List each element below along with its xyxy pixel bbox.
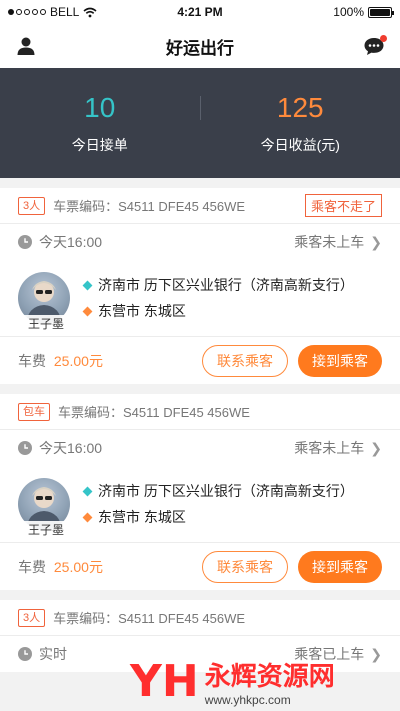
chat-bubble-icon[interactable] — [362, 34, 387, 58]
nav-bar: 好运出行 — [0, 24, 400, 68]
order-footer: 车费 25.00元 联系乘客 接到乘客 — [0, 542, 400, 590]
fare-unit: 元 — [88, 352, 103, 369]
route-destination: 东营市 东城区 — [82, 507, 382, 527]
departure-time: 今天16:00 — [39, 440, 103, 456]
wifi-icon — [83, 7, 97, 17]
route-origin: 济南市 历下区兴业银行（济南高新支行） — [82, 275, 382, 295]
stat-orders-today: 10 今日接单 — [0, 91, 200, 155]
battery-icon — [368, 6, 394, 18]
destination-address: 东营市 东城区 — [98, 509, 186, 525]
status-bar: BELL 4:21 PM 100% — [0, 0, 400, 24]
order-header: 3人 车票编码：S4511 DFE45 456WE — [0, 600, 400, 636]
contact-passenger-button[interactable]: 联系乘客 — [202, 550, 288, 583]
origin-address: 济南市 历下区兴业银行（济南高新支行） — [98, 277, 354, 293]
destination-address: 东营市 东城区 — [98, 303, 186, 319]
charter-tag: 包车 — [18, 402, 50, 421]
fare-unit: 元 — [88, 558, 103, 575]
boarding-status: 乘客未上车 — [294, 234, 365, 250]
order-header: 包车 车票编码：S4511 DFE45 456WE — [0, 394, 400, 430]
order-time-row[interactable]: 今天16:00 乘客未上车 ❯ — [0, 224, 400, 260]
origin-marker-icon — [82, 280, 93, 290]
unread-dot — [380, 35, 387, 42]
route: 济南市 历下区兴业银行（济南高新支行） 东营市 东城区 — [82, 269, 382, 327]
order-time-row[interactable]: 实时 乘客已上车 ❯ — [0, 636, 400, 672]
passenger-name: 王子墨 — [20, 315, 72, 332]
ticket-code: 车票编码：S4511 DFE45 456WE — [53, 611, 246, 626]
signal-strength-icon — [8, 9, 46, 15]
stat-earnings-today: 125 今日收益(元) — [201, 91, 400, 155]
person-icon[interactable] — [14, 34, 38, 58]
fare-amount: 25.00 — [53, 352, 89, 369]
route-destination: 东营市 东城区 — [82, 301, 382, 321]
order-card: 包车 车票编码：S4511 DFE45 456WE 今天16:00 乘客未上车 … — [0, 394, 400, 590]
chevron-right-icon: ❯ — [370, 645, 382, 662]
origin-marker-icon — [82, 486, 93, 496]
departure-time: 实时 — [39, 646, 67, 662]
chevron-right-icon: ❯ — [370, 439, 382, 456]
boarding-status: 乘客未上车 — [294, 440, 365, 456]
passenger-avatar: 王子墨 — [18, 478, 72, 538]
origin-address: 济南市 历下区兴业银行（济南高新支行） — [98, 483, 354, 499]
stat-label: 今日收益(元) — [260, 137, 340, 153]
order-time-row[interactable]: 今天16:00 乘客未上车 ❯ — [0, 430, 400, 466]
destination-marker-icon — [82, 306, 93, 316]
trip-info: 王子墨 济南市 历下区兴业银行（济南高新支行） 东营市 东城区 — [0, 466, 400, 542]
fare: 车费 25.00元 — [18, 351, 192, 371]
passenger-name: 王子墨 — [20, 521, 72, 538]
clock-icon — [18, 441, 32, 455]
picked-up-passenger-button[interactable]: 接到乘客 — [298, 344, 382, 377]
clock-icon — [18, 235, 32, 249]
chevron-right-icon: ❯ — [370, 233, 382, 250]
ticket-code: 车票编码：S4511 DFE45 456WE — [53, 199, 246, 214]
passenger-avatar: 王子墨 — [18, 272, 72, 332]
order-footer: 车费 25.00元 联系乘客 接到乘客 — [0, 336, 400, 384]
page-title: 好运出行 — [166, 38, 234, 58]
order-card: 3人 车票编码：S4511 DFE45 456WE 乘客不走了 今天16:00 … — [0, 188, 400, 384]
fare: 车费 25.00元 — [18, 557, 192, 577]
stat-value: 10 — [84, 92, 116, 123]
ticket-code: 车票编码：S4511 DFE45 456WE — [58, 405, 250, 420]
watermark-url: www.yhkpc.com — [204, 693, 291, 707]
picked-up-passenger-button[interactable]: 接到乘客 — [298, 550, 382, 583]
trip-info: 王子墨 济南市 历下区兴业银行（济南高新支行） 东营市 东城区 — [0, 260, 400, 336]
fare-label: 车费 — [18, 558, 46, 575]
passenger-count-tag: 3人 — [18, 196, 46, 215]
order-header: 3人 车票编码：S4511 DFE45 456WE 乘客不走了 — [0, 188, 400, 224]
contact-passenger-button[interactable]: 联系乘客 — [202, 344, 288, 377]
fare-label: 车费 — [18, 352, 46, 369]
stats-panel: 10 今日接单 125 今日收益(元) — [0, 68, 400, 178]
departure-time: 今天16:00 — [39, 234, 103, 250]
clock-icon — [18, 647, 32, 661]
stat-label: 今日接单 — [71, 137, 128, 153]
passenger-no-show-button[interactable]: 乘客不走了 — [304, 194, 382, 217]
order-card: 3人 车票编码：S4511 DFE45 456WE 实时 乘客已上车 ❯ — [0, 600, 400, 672]
battery-percent: 100% — [333, 5, 364, 19]
fare-amount: 25.00 — [53, 558, 89, 575]
route-origin: 济南市 历下区兴业银行（济南高新支行） — [82, 481, 382, 501]
route: 济南市 历下区兴业银行（济南高新支行） 东营市 东城区 — [82, 475, 382, 533]
destination-marker-icon — [82, 512, 93, 522]
stat-value: 125 — [276, 92, 324, 123]
carrier-label: BELL — [50, 5, 80, 19]
passenger-count-tag: 3人 — [18, 608, 46, 627]
boarding-status: 乘客已上车 — [294, 646, 365, 662]
clock-time: 4:21 PM — [177, 5, 223, 19]
